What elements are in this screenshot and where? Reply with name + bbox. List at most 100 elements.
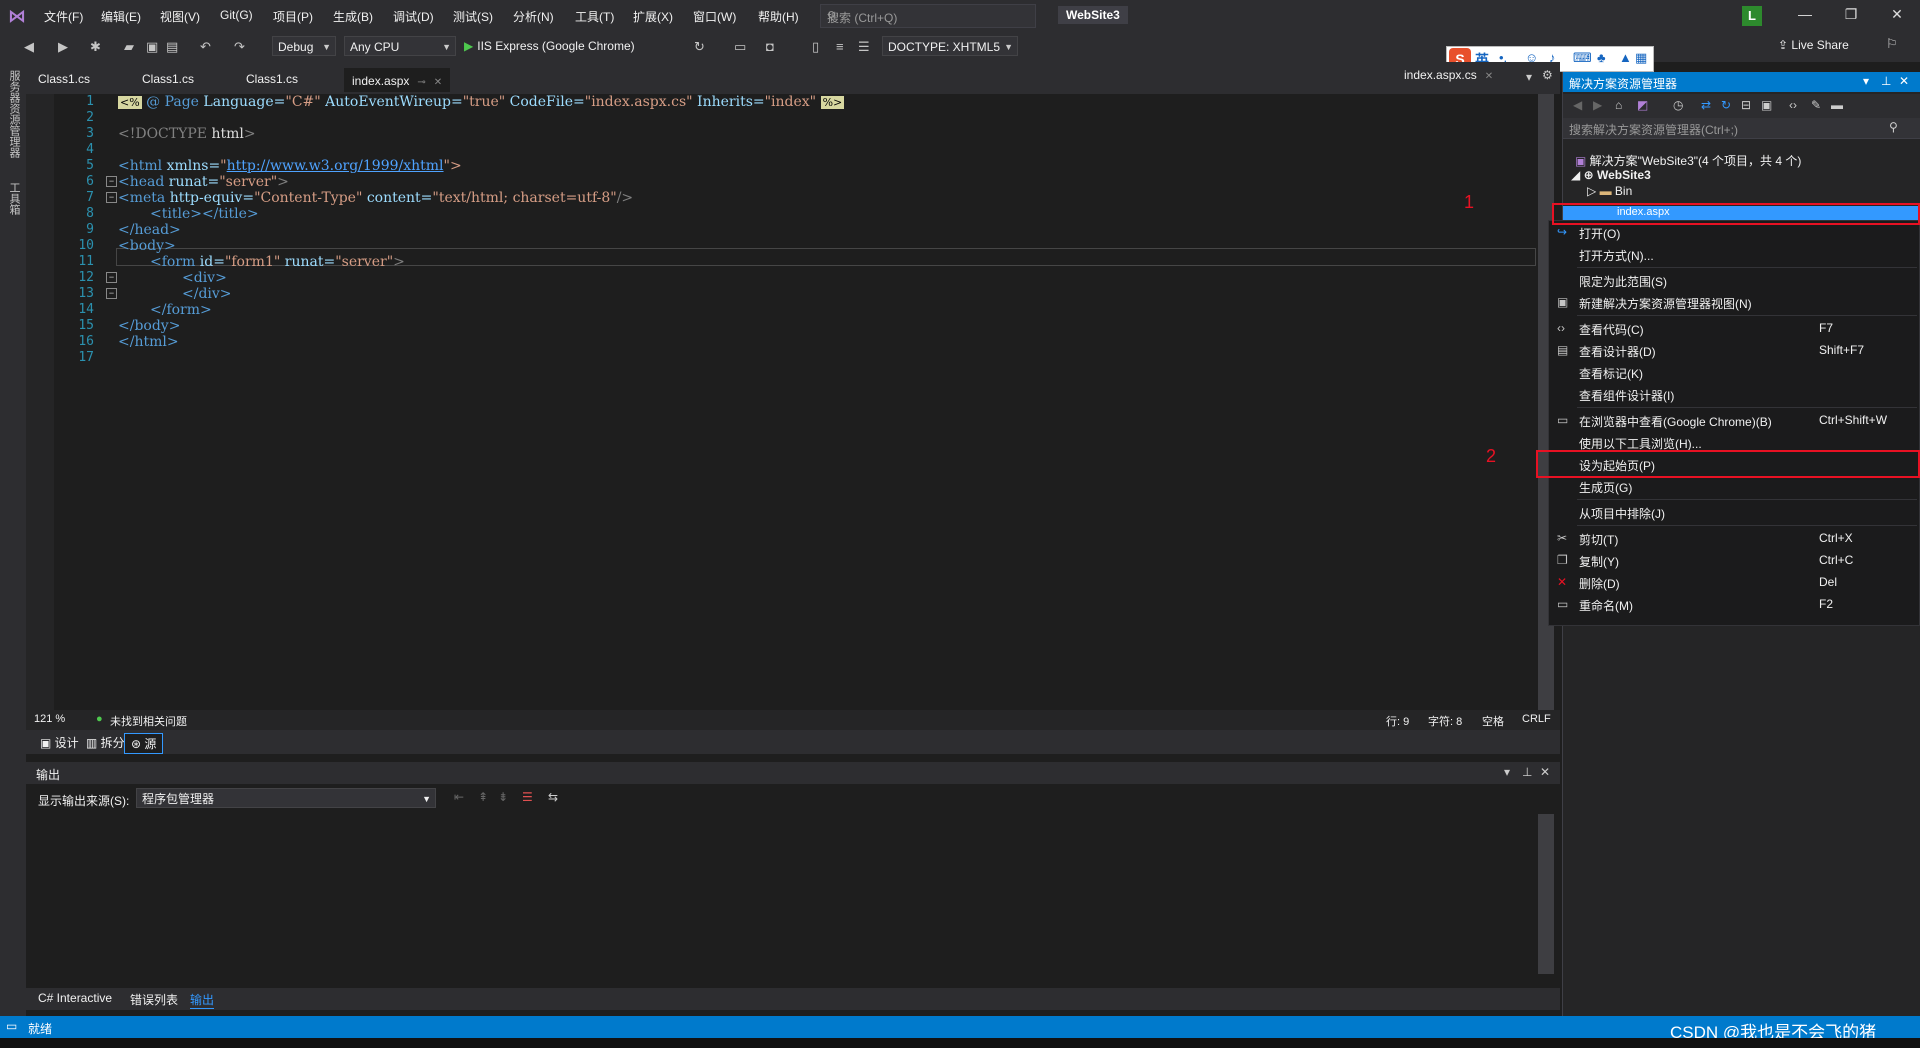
config-select[interactable]: Debug ▼ [272, 36, 336, 56]
platform-select[interactable]: Any CPU ▼ [344, 36, 456, 56]
visual-studio-logo-icon[interactable]: ⋈ [8, 6, 32, 26]
xmlns-link[interactable]: http://www.w3.org/1999/xhtml [227, 158, 444, 174]
chevron-down-icon[interactable]: ▾ [1863, 74, 1869, 88]
back-icon[interactable]: ◀ [24, 39, 34, 55]
tab-class1-a[interactable]: Class1.cs [30, 68, 98, 90]
preview-icon[interactable]: ▬ [1831, 98, 1843, 112]
menu-extensions[interactable]: 扩展(X) [633, 8, 673, 25]
keyboard-icon[interactable]: ⌨ [1573, 50, 1592, 66]
menu-project[interactable]: 项目(P) [273, 8, 313, 25]
tab-index-aspx-cs[interactable]: index.aspx.cs ✕ [1404, 68, 1493, 82]
pin-icon[interactable]: ⊸ [417, 77, 425, 88]
menu-item-exclude[interactable]: 从项目中排除(J) [1549, 503, 1919, 523]
fold-toggle-icon[interactable]: − [106, 272, 117, 283]
collapse-all-icon[interactable]: ⊟ [1741, 98, 1751, 112]
menu-item-view-code[interactable]: ‹› 查看代码(C) F7 [1549, 319, 1919, 339]
output-text-area[interactable] [32, 814, 1552, 994]
menu-analyze[interactable]: 分析(N) [513, 8, 554, 25]
global-search-input[interactable]: 搜索 (Ctrl+Q) ⚲ [820, 4, 1036, 28]
pin-icon[interactable]: ⊥ [1522, 765, 1532, 779]
close-icon[interactable]: ✕ [1540, 765, 1550, 779]
new-item-icon[interactable]: ✱ [90, 39, 101, 55]
menu-item-view-in-browser[interactable]: ▭ 在浏览器中查看(Google Chrome)(B) Ctrl+Shift+W [1549, 411, 1919, 431]
home-icon[interactable]: ⌂ [1615, 98, 1622, 112]
minimize-icon[interactable]: — [1790, 6, 1820, 22]
menu-item-copy[interactable]: ❐ 复制(Y) Ctrl+C [1549, 551, 1919, 571]
forward-icon[interactable]: ▶ [1593, 98, 1602, 112]
avatar[interactable]: L [1742, 6, 1762, 26]
vs-solution-icon[interactable]: ◩ [1637, 98, 1648, 112]
settings-icon[interactable]: ⚙ [1542, 68, 1553, 82]
tree-solution[interactable]: ▣ 解决方案"WebSite3"(4 个项目，共 4 个) [1575, 152, 1801, 169]
save-all-icon[interactable]: ▤ [166, 39, 178, 55]
menu-item-new-view[interactable]: ▣ 新建解决方案资源管理器视图(N) [1549, 293, 1919, 313]
tab-class1-c[interactable]: Class1.cs [238, 68, 306, 90]
show-all-files-icon[interactable]: ▣ [1761, 98, 1772, 112]
screenshot-icon[interactable]: ◘ [766, 39, 774, 54]
eol-indicator[interactable]: CRLF [1522, 713, 1551, 725]
sync-icon[interactable]: ⇄ [1701, 98, 1711, 112]
output-vertical-scrollbar[interactable] [1538, 814, 1554, 974]
menu-view[interactable]: 视图(V) [160, 8, 200, 25]
word-wrap-icon[interactable]: ⇆ [548, 790, 558, 804]
next-message-icon[interactable]: ⇟ [498, 790, 508, 804]
tree-project[interactable]: ◢ ⊕ WebSite3 [1571, 168, 1651, 182]
tab-class1-b[interactable]: Class1.cs [134, 68, 202, 90]
solution-search-input[interactable]: 搜索解决方案资源管理器(Ctrl+;) ⚲ [1563, 118, 1920, 139]
save-icon[interactable]: ▣ [146, 39, 158, 55]
tab-index-aspx[interactable]: index.aspx ⊸ ✕ [344, 68, 451, 92]
menu-item-cut[interactable]: ✂ 剪切(T) Ctrl+X [1549, 529, 1919, 549]
grid-icon[interactable]: ▦ [1635, 50, 1647, 66]
tab-output[interactable]: 输出 [190, 991, 215, 1009]
menu-tools[interactable]: 工具(T) [575, 8, 614, 25]
server-explorer-tab[interactable]: 服务器资源管理器 [6, 70, 22, 158]
menu-item-view-markup[interactable]: 查看标记(K) [1549, 363, 1919, 383]
menu-edit[interactable]: 编辑(E) [101, 8, 141, 25]
tab-design[interactable]: ▣ 设计 [34, 733, 85, 752]
menu-window[interactable]: 窗口(W) [693, 8, 736, 25]
comment-icon[interactable]: ☰ [858, 39, 870, 55]
tab-source[interactable]: ⊛ 源 [124, 733, 164, 754]
zoom-level[interactable]: 121 % [34, 713, 65, 725]
menu-help[interactable]: 帮助(H) [758, 8, 799, 25]
close-icon[interactable]: ✕ [1485, 71, 1493, 82]
close-window-icon[interactable]: ✕ [1882, 6, 1912, 23]
run-button[interactable]: ▶ IIS Express (Google Chrome) [464, 39, 635, 53]
menu-test[interactable]: 测试(S) [453, 8, 493, 25]
menu-item-view-designer[interactable]: ▤ 查看设计器(D) Shift+F7 [1549, 341, 1919, 361]
document-icon[interactable]: ▯ [812, 39, 819, 55]
refresh-icon[interactable]: ↻ [694, 39, 705, 55]
menu-debug[interactable]: 调试(D) [393, 8, 434, 25]
undo-icon[interactable]: ↶ [200, 39, 211, 55]
toolbox-tab[interactable]: 工具箱 [6, 182, 22, 215]
menu-item-open[interactable]: ↪ 打开(O) [1549, 223, 1919, 243]
menu-item-component-designer[interactable]: 查看组件设计器(I) [1549, 385, 1919, 405]
feedback-icon[interactable]: ⚐ [1886, 36, 1898, 52]
refresh-icon[interactable]: ↻ [1721, 98, 1731, 112]
menu-item-rename[interactable]: ▭ 重命名(M) F2 [1549, 595, 1919, 615]
code-editor[interactable]: 1 2 3 4 5 6 7 8 9 10 11 12 13 14 15 16 17 − − − − <% @ P… [26, 94, 1554, 710]
code-icon[interactable]: ‹› [1789, 98, 1797, 112]
issues-status[interactable]: 未找到相关问题 [110, 713, 187, 729]
tree-bin-folder[interactable]: ▷ ▬ Bin [1587, 184, 1632, 198]
clear-all-icon[interactable]: ☰ [522, 790, 533, 804]
menu-build[interactable]: 生成(B) [333, 8, 373, 25]
prev-message-icon[interactable]: ⇞ [478, 790, 488, 804]
open-folder-icon[interactable]: ▰ [124, 39, 134, 55]
tab-csharp-interactive[interactable]: C# Interactive [38, 991, 112, 1005]
menu-file[interactable]: 文件(F) [44, 8, 83, 25]
close-icon[interactable]: ✕ [434, 77, 442, 88]
redo-icon[interactable]: ↷ [234, 39, 245, 55]
menu-item-open-with[interactable]: 打开方式(N)... [1549, 245, 1919, 265]
skin-icon[interactable]: ♣ [1597, 50, 1606, 65]
fold-toggle-icon[interactable]: − [106, 288, 117, 299]
folder-icon[interactable]: ▭ [734, 39, 746, 55]
forward-icon[interactable]: ▶ [58, 39, 68, 55]
restore-icon[interactable]: ❐ [1836, 6, 1866, 23]
back-icon[interactable]: ◀ [1573, 98, 1582, 112]
menu-item-delete[interactable]: ✕ 删除(D) Del [1549, 573, 1919, 593]
close-icon[interactable]: ✕ [1899, 74, 1909, 88]
fold-toggle-icon[interactable]: − [106, 192, 117, 203]
chevron-down-icon[interactable]: ▾ [1526, 70, 1532, 84]
chevron-down-icon[interactable]: ▾ [1504, 765, 1510, 779]
